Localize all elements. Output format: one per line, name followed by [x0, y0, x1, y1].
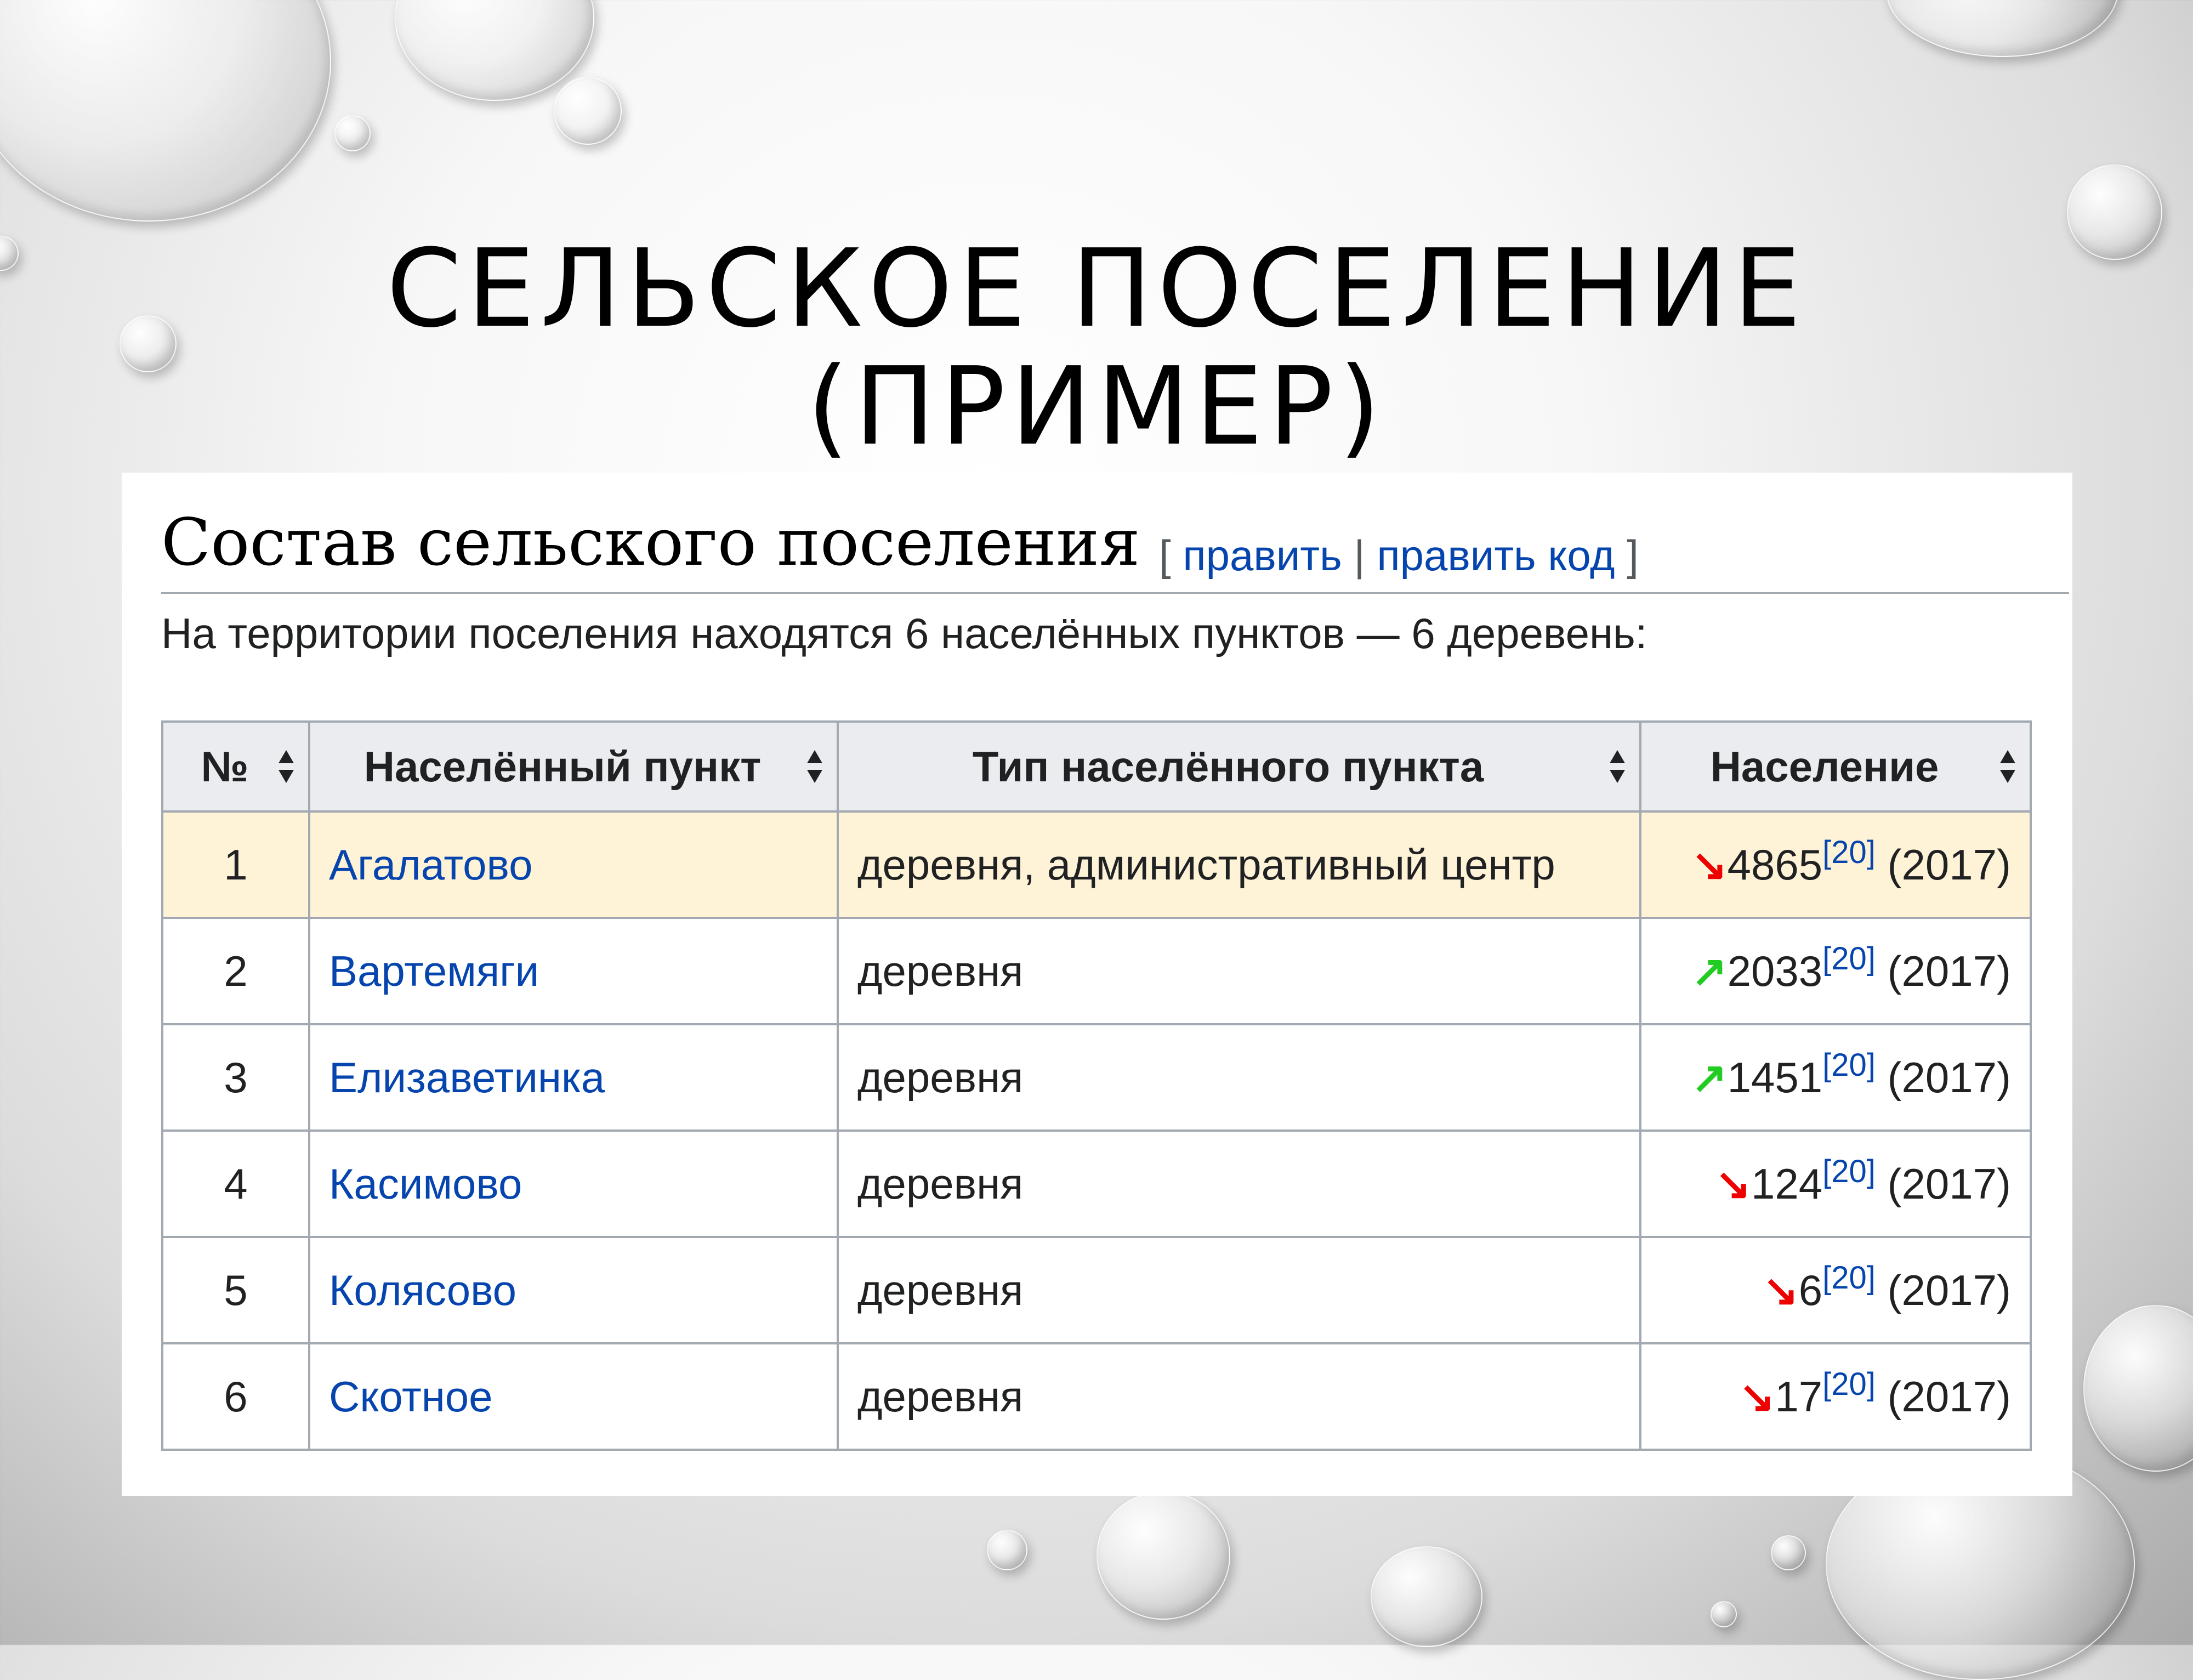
slide-title-line2: (ПРИМЕР) [806, 344, 1387, 469]
sort-icon [2000, 750, 2015, 783]
trend-down-icon: ↘ [1715, 1159, 1751, 1208]
population-year: (2017) [1875, 946, 2011, 995]
intro-text: На территории поселения находятся 6 насе… [161, 609, 1647, 657]
table-row: 4 Касимово деревня ↘124[20] (2017) [161, 1130, 2032, 1238]
cell-population: ↗2033[20] (2017) [1639, 917, 2032, 1025]
population-value: 17 [1775, 1372, 1823, 1421]
table-row: 2 Вартемяги деревня ↗2033[20] (2017) [161, 917, 2032, 1025]
water-drop-decoration [987, 1530, 1027, 1570]
cell-population: ↘6[20] (2017) [1639, 1236, 2032, 1344]
trend-up-icon: ↗ [1691, 946, 1728, 995]
wiki-screenshot-panel: Состав сельского поселения [ править | п… [122, 473, 2072, 1496]
column-header-label: Население [1710, 742, 1939, 791]
population-year: (2017) [1875, 840, 2011, 889]
cell-settlement: Агалатово [308, 810, 839, 919]
cell-settlement: Касимово [308, 1130, 839, 1238]
population-value: 4865 [1727, 840, 1823, 889]
water-drop-decoration [334, 115, 371, 151]
water-drop-decoration [554, 77, 622, 145]
cell-number: 4 [161, 1130, 310, 1238]
settlement-link[interactable]: Касимово [329, 1160, 522, 1208]
water-drop-decoration [1771, 1535, 1806, 1570]
cell-type: деревня, административный центр [837, 810, 1641, 919]
water-drop-decoration [1711, 1601, 1737, 1627]
trend-down-icon: ↘ [1763, 1265, 1799, 1314]
settlement-link[interactable]: Колясово [329, 1266, 516, 1314]
column-header-label: Тип населённого пункта [972, 742, 1484, 791]
edit-bracket-open: [ [1159, 531, 1183, 580]
population-value: 6 [1798, 1265, 1823, 1314]
cell-number: 2 [161, 917, 310, 1025]
edit-bracket-close: ] [1615, 531, 1639, 580]
population-year: (2017) [1875, 1372, 2011, 1421]
reference-link[interactable]: [20] [1822, 1047, 1876, 1083]
edit-code-link[interactable]: править код [1377, 531, 1615, 580]
sort-icon [1610, 750, 1625, 783]
water-drop-decoration [1096, 1491, 1230, 1620]
edit-separator: | [1342, 531, 1377, 580]
cell-population: ↘124[20] (2017) [1639, 1130, 2032, 1238]
column-header-number[interactable]: № [161, 720, 310, 813]
edit-link[interactable]: править [1183, 531, 1342, 580]
column-header-label: № [201, 742, 249, 791]
cell-type: деревня [837, 1130, 1641, 1238]
reference-link[interactable]: [20] [1822, 1260, 1876, 1296]
population-year: (2017) [1875, 1053, 2011, 1102]
reference-link[interactable]: [20] [1822, 1366, 1876, 1402]
settlement-link[interactable]: Елизаветинка [329, 1053, 605, 1102]
settlement-link[interactable]: Агалатово [329, 841, 533, 889]
section-header: Состав сельского поселения [ править | п… [161, 493, 2069, 594]
cell-population: ↘17[20] (2017) [1639, 1342, 2032, 1451]
edit-links: [ править | править код ] [1159, 531, 1639, 581]
column-header-name[interactable]: Населённый пункт [308, 720, 839, 813]
population-year: (2017) [1875, 1159, 2011, 1208]
settlement-link[interactable]: Вартемяги [329, 947, 539, 995]
population-value: 2033 [1727, 946, 1823, 995]
cell-number: 6 [161, 1342, 310, 1451]
population-value: 1451 [1727, 1053, 1823, 1102]
table-row: 3 Елизаветинка деревня ↗1451[20] (2017) [161, 1023, 2032, 1132]
column-header-type[interactable]: Тип населённого пункта [837, 720, 1641, 813]
table-row: 5 Колясово деревня ↘6[20] (2017) [161, 1236, 2032, 1344]
column-header-population[interactable]: Население [1639, 720, 2032, 813]
slide-title: СЕЛЬСКОЕ ПОСЕЛЕНИЕ (ПРИМЕР) [0, 230, 2193, 466]
table-row: 6 Скотное деревня ↘17[20] (2017) [161, 1342, 2032, 1451]
settlements-table: № Населённый пункт Тип населённого пункт… [161, 720, 2032, 1451]
trend-down-icon: ↘ [1739, 1372, 1775, 1421]
table-row: 1 Агалатово деревня, административный цент… [161, 810, 2032, 919]
cell-type: деревня [837, 1023, 1641, 1132]
cell-population: ↗1451[20] (2017) [1639, 1023, 2032, 1132]
cell-type: деревня [837, 917, 1641, 1025]
population-year: (2017) [1875, 1265, 2011, 1314]
water-drop-decoration [1886, 0, 2118, 57]
trend-down-icon: ↘ [1691, 840, 1728, 889]
reference-link[interactable]: [20] [1822, 1154, 1876, 1189]
cell-settlement: Скотное [308, 1342, 839, 1451]
water-drop-decoration [0, 0, 331, 222]
cell-settlement: Вартемяги [308, 917, 839, 1025]
cell-population: ↘4865[20] (2017) [1639, 810, 2032, 919]
settlement-link[interactable]: Скотное [329, 1372, 493, 1421]
table-header-row: № Населённый пункт Тип населённого пункт… [161, 720, 2032, 813]
cell-settlement: Елизаветинка [308, 1023, 839, 1132]
cell-settlement: Колясово [308, 1236, 839, 1344]
reference-link[interactable]: [20] [1822, 835, 1876, 870]
cell-number: 5 [161, 1236, 310, 1344]
cell-number: 1 [161, 810, 310, 919]
water-drop-decoration [2083, 1305, 2193, 1472]
slide-title-line1: СЕЛЬСКОЕ ПОСЕЛЕНИЕ [386, 226, 1807, 351]
population-value: 124 [1751, 1159, 1823, 1208]
cell-type: деревня [837, 1236, 1641, 1344]
sort-icon [807, 750, 822, 783]
section-title: Состав сельского поселения [161, 504, 1140, 580]
water-drop-decoration [1371, 1546, 1482, 1647]
column-header-label: Населённый пункт [363, 742, 762, 791]
reference-link[interactable]: [20] [1822, 941, 1876, 977]
trend-up-icon: ↗ [1691, 1053, 1728, 1102]
cell-number: 3 [161, 1023, 310, 1132]
cell-type: деревня [837, 1342, 1641, 1451]
sort-icon [279, 750, 294, 783]
